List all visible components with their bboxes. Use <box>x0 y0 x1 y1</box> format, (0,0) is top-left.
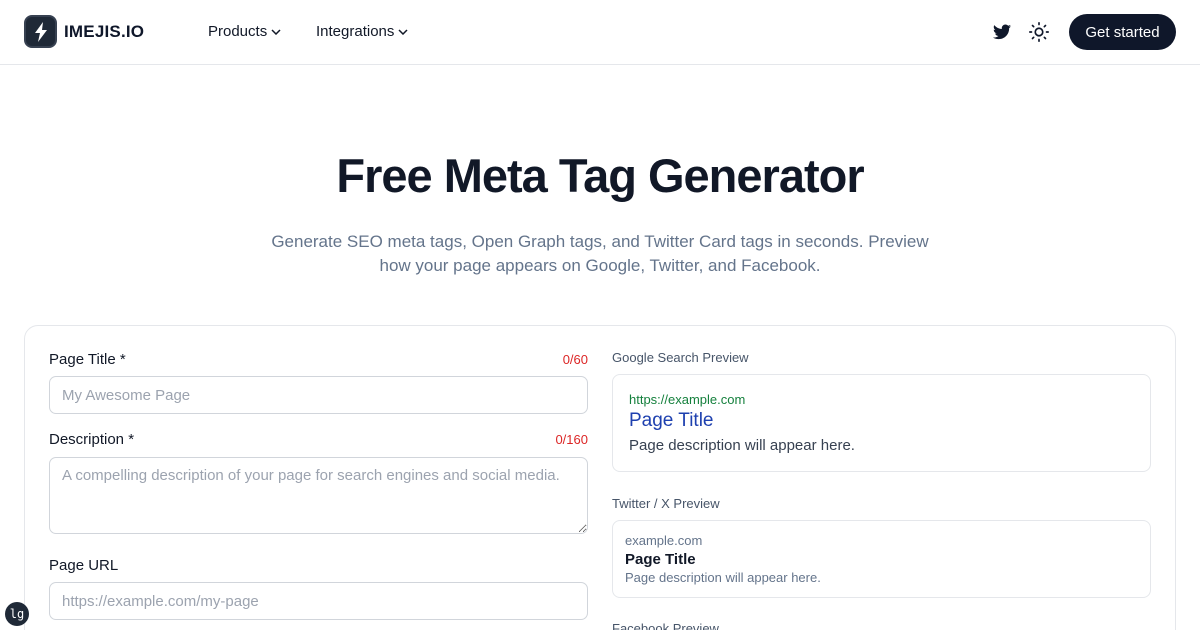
page-title-counter: 0/60 <box>562 352 588 367</box>
site-header: IMEJIS.IO Products Integrations Get star… <box>0 0 1200 65</box>
nav-products[interactable]: Products <box>208 23 281 40</box>
google-preview-label: Google Search Preview <box>612 350 749 365</box>
subtitle-line-1: Generate SEO meta tags, Open Graph tags,… <box>271 232 929 251</box>
nav-integrations-label: Integrations <box>316 23 395 40</box>
twitter-preview-domain: example.com <box>625 533 703 548</box>
page-url-label: Page URL <box>49 557 119 574</box>
google-preview-title: Page Title <box>629 410 714 431</box>
chevron-down-icon <box>398 29 408 35</box>
nav-products-label: Products <box>208 23 268 40</box>
page-url-input[interactable] <box>49 582 588 620</box>
description-label: Description * <box>49 431 135 448</box>
twitter-preview-description: Page description will appear here. <box>625 570 821 585</box>
google-preview-url: https://example.com <box>629 392 746 407</box>
description-textarea[interactable] <box>49 457 588 534</box>
page-subtitle: Generate SEO meta tags, Open Graph tags,… <box>270 230 930 278</box>
page-title-input[interactable] <box>49 376 588 414</box>
twitter-preview-label: Twitter / X Preview <box>612 496 720 511</box>
brand-name[interactable]: IMEJIS.IO <box>64 22 144 42</box>
twitter-preview-card: example.com Page Title Page description … <box>612 520 1151 598</box>
breakpoint-badge: lg <box>5 602 29 626</box>
google-preview-card: https://example.com Page Title Page desc… <box>612 374 1151 472</box>
sun-icon[interactable] <box>1029 22 1049 42</box>
nav-integrations[interactable]: Integrations <box>316 23 408 40</box>
page-title-label: Page Title * <box>49 351 126 368</box>
chevron-down-icon <box>271 29 281 35</box>
twitter-icon[interactable] <box>993 24 1011 40</box>
description-counter: 0/160 <box>555 432 588 447</box>
google-preview-description: Page description will appear here. <box>629 437 855 454</box>
subtitle-line-2: how your page appears on Google, Twitter… <box>379 256 821 275</box>
lightning-bolt-icon[interactable] <box>24 15 57 48</box>
facebook-preview-label: Facebook Preview <box>612 621 719 630</box>
get-started-button[interactable]: Get started <box>1069 14 1176 50</box>
twitter-preview-title: Page Title <box>625 551 696 568</box>
page-title: Free Meta Tag Generator <box>336 149 864 202</box>
